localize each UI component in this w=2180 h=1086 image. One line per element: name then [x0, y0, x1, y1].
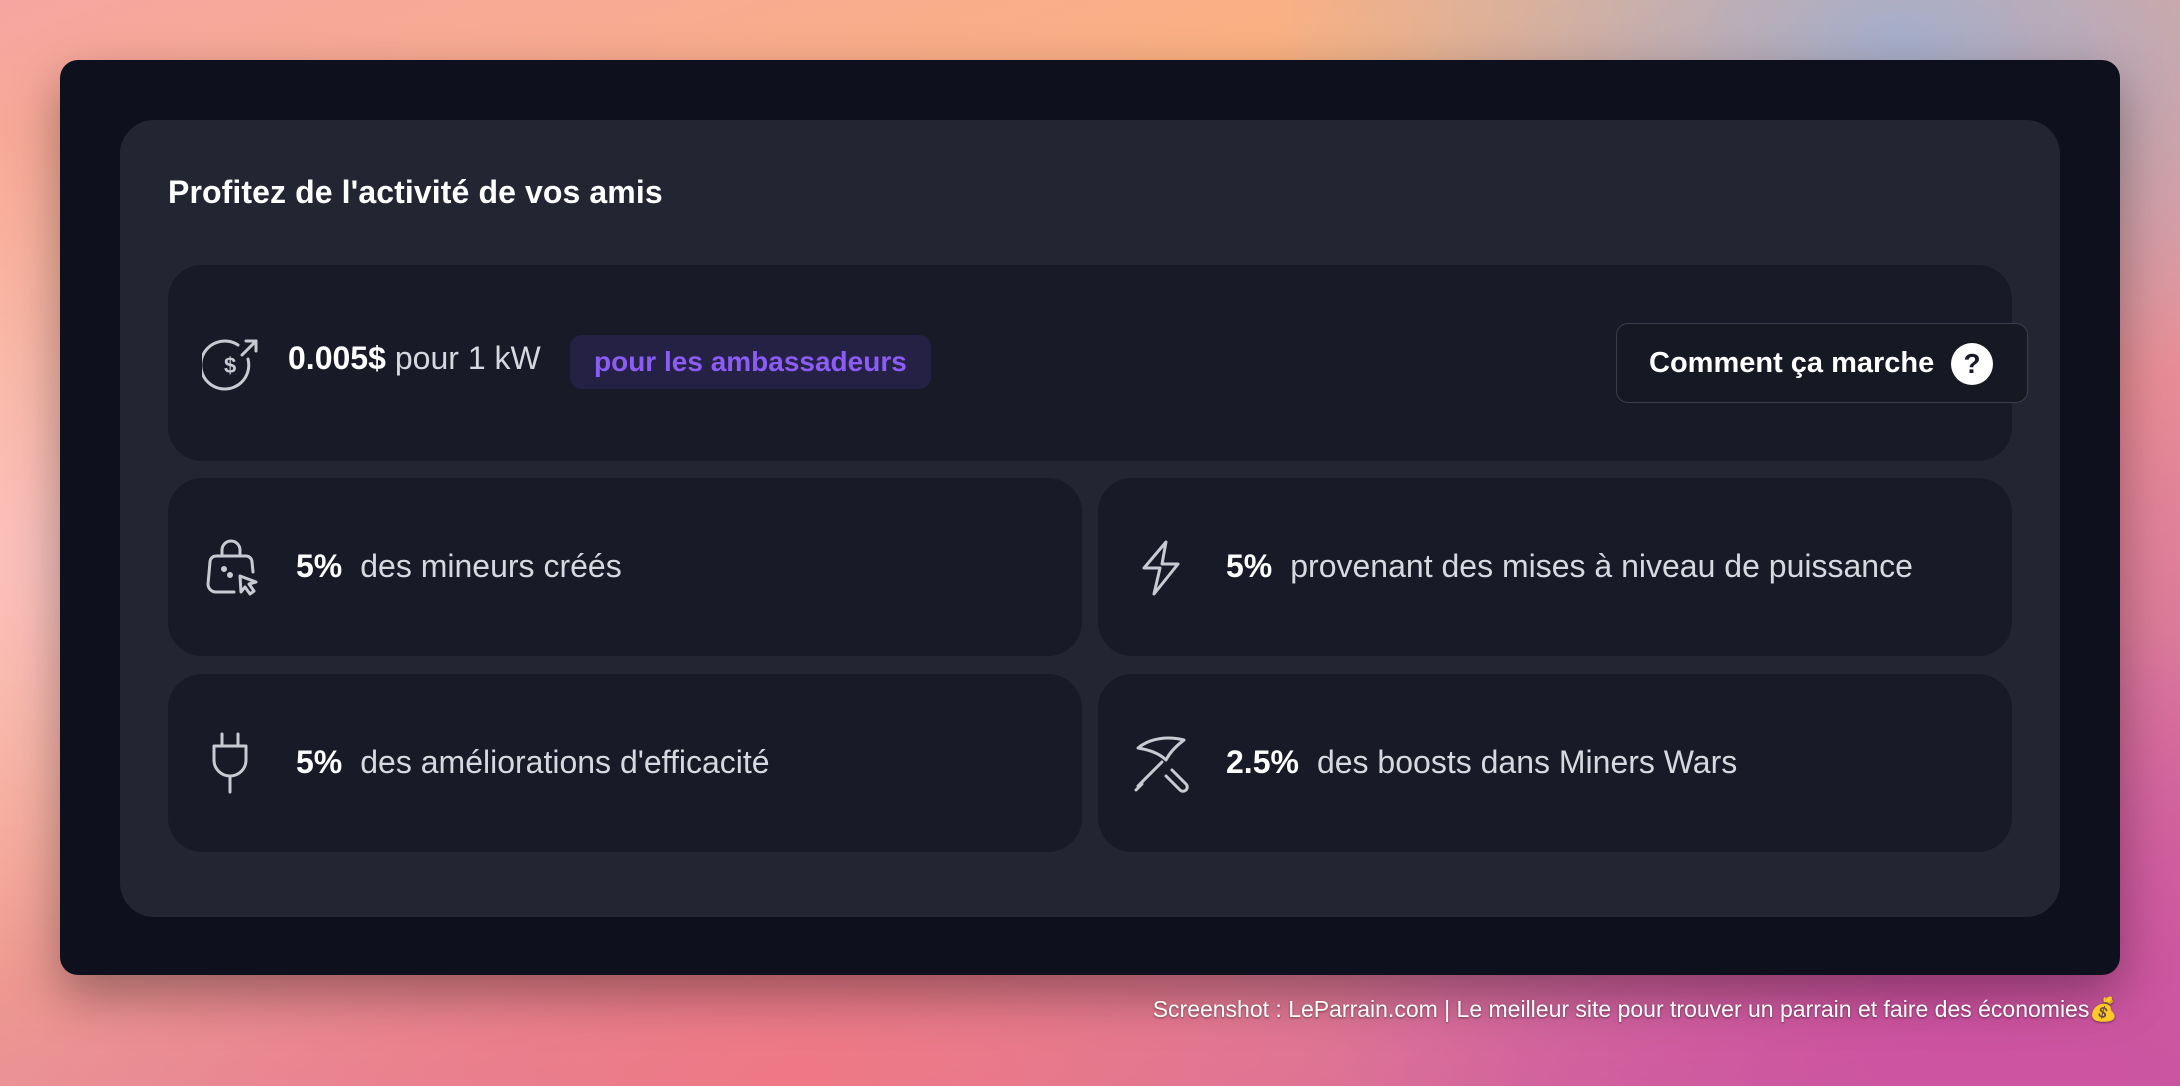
feature-percent: 5% [296, 744, 343, 780]
feature-text: 2.5% des boosts dans Miners Wars [1226, 744, 1737, 781]
dollar-coin-arrow-icon: $ [202, 335, 262, 395]
svg-text:$: $ [224, 353, 236, 378]
feature-percent: 2.5% [1226, 744, 1299, 780]
rate-value: 0.005$ [288, 340, 386, 376]
feature-text: 5% provenant des mises à niveau de puissa… [1226, 548, 1913, 585]
feature-label: des améliorations d'efficacité [360, 744, 770, 780]
shopping-bag-cursor-icon [202, 536, 260, 598]
how-it-works-button[interactable]: Comment ça marche ? [1616, 323, 2028, 403]
referral-panel: Profitez de l'activité de vos amis $ 0.0… [120, 120, 2060, 917]
feature-percent: 5% [1226, 548, 1273, 584]
credit-text: Screenshot : LeParrain.com | Le meilleur… [1152, 996, 2090, 1022]
feature-label: des boosts dans Miners Wars [1316, 744, 1738, 780]
feature-text: 5% des mineurs créés [296, 548, 622, 585]
feature-card-power: 5% provenant des mises à niveau de puissa… [1098, 478, 2012, 656]
feature-card-efficiency: 5% des améliorations d'efficacité [168, 674, 1082, 852]
feature-card-boosts: 2.5% des boosts dans Miners Wars [1098, 674, 2012, 852]
ambassador-badge: pour les ambassadeurs [570, 335, 931, 389]
plug-icon [208, 730, 252, 796]
lightning-bolt-icon [1136, 538, 1186, 598]
rate-unit: pour 1 kW [394, 340, 541, 376]
rate-card: $ 0.005$ pour 1 kW pour les ambassadeurs… [168, 265, 2028, 461]
screenshot-credit: Screenshot : LeParrain.com | Le meilleur… [1153, 996, 2118, 1023]
panel-title: Profitez de l'activité de vos amis [168, 174, 663, 210]
feature-text: 5% des améliorations d'efficacité [296, 744, 770, 781]
money-bag-icon: 💰 [2089, 996, 2118, 1022]
help-icon: ? [1951, 343, 1993, 385]
feature-label: des mineurs créés [360, 548, 622, 584]
feature-label: provenant des mises à niveau de puissanc… [1290, 548, 1913, 584]
rate-text: 0.005$ pour 1 kW [288, 340, 541, 377]
how-it-works-label: Comment ça marche [1649, 346, 1935, 379]
app-window: Profitez de l'activité de vos amis $ 0.0… [60, 60, 2120, 975]
feature-card-miners: 5% des mineurs créés [168, 478, 1082, 656]
feature-percent: 5% [296, 548, 343, 584]
pickaxe-icon [1132, 732, 1194, 794]
